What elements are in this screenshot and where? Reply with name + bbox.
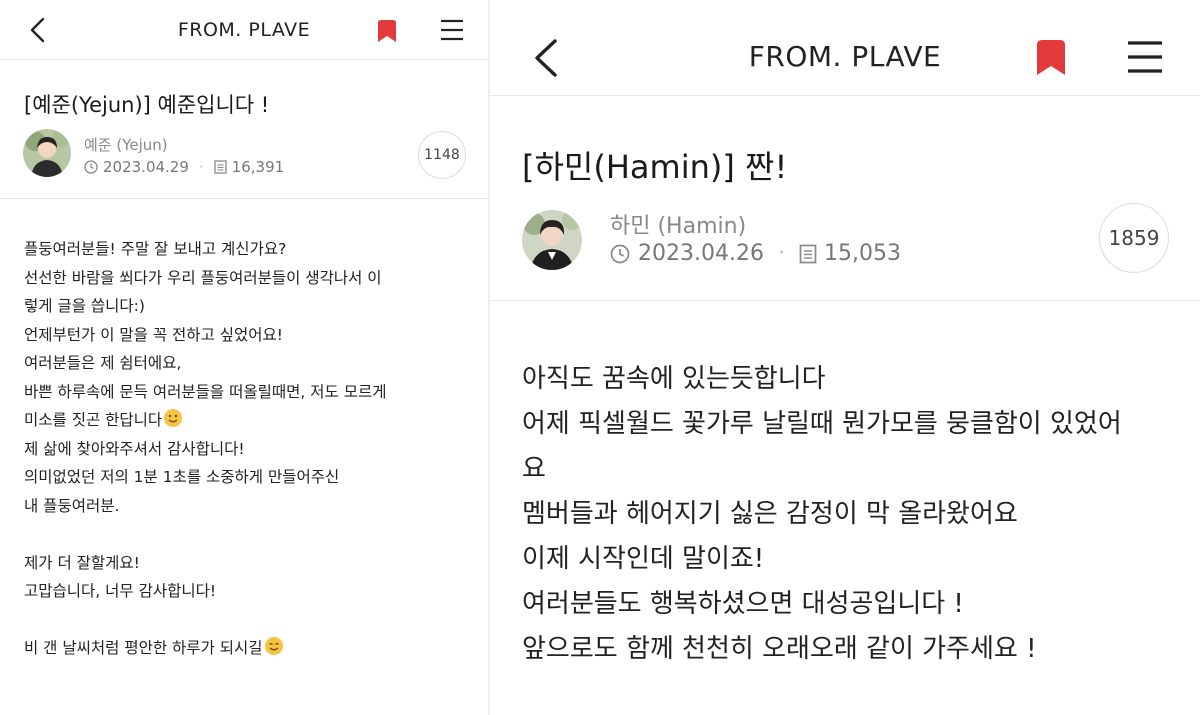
post-date: 2023.04.29 xyxy=(103,158,189,176)
header-title: FROM. PLAVE xyxy=(748,40,942,73)
body-line: 언제부턴가 이 말을 꼭 전하고 싶었어요! xyxy=(24,325,284,344)
body-line: 고맙습니다, 너무 감사합니다! xyxy=(24,582,217,600)
view-count: 16,391 xyxy=(231,158,285,176)
author-avatar[interactable] xyxy=(522,210,582,270)
clock-icon xyxy=(84,160,98,174)
menu-icon[interactable] xyxy=(440,19,464,41)
comment-count-badge[interactable]: 1148 xyxy=(418,131,466,179)
body-line: 내 플둥여러분. xyxy=(24,496,120,515)
author-name[interactable]: 하민 (Hamin) xyxy=(610,208,746,240)
body-line: 렇게 글을 씁니다:) xyxy=(24,297,145,315)
clock-icon xyxy=(610,244,630,263)
bookmark-icon[interactable] xyxy=(375,19,399,43)
top-bar: FROM. PLAVE xyxy=(0,0,488,60)
post-title: [하민(Hamin)] 짠! xyxy=(522,148,788,186)
post-meta: 2023.04.29 · 16,391 xyxy=(84,158,284,176)
comment-count: 1859 xyxy=(1108,226,1160,250)
header-title: FROM. PLAVE xyxy=(177,19,311,41)
comment-count: 1148 xyxy=(424,147,460,163)
body-line: 이제 시작인데 말이죠! xyxy=(522,544,765,574)
body-line-text: 미소를 짓곤 한답니다 xyxy=(24,411,163,429)
comment-count-badge[interactable]: 1859 xyxy=(1099,203,1169,273)
body-line: 앞으로도 함께 천천히 오래오래 같이 가주세요 ! xyxy=(522,634,1037,664)
body-line: 멤버들과 헤어지기 싫은 감정이 막 올라왔어요 xyxy=(522,499,1018,529)
post-date: 2023.04.26 xyxy=(638,241,764,266)
post-title: [예준(Yejun)] 예준입니다 ! xyxy=(24,93,270,117)
meta-separator: · xyxy=(777,241,785,266)
smile-emoji-icon xyxy=(164,409,183,427)
post-body: 아직도 꿈속에 있는듯합니다 어제 픽셀월드 꽃가루 날릴때 뭔가모를 뭉클함이… xyxy=(522,357,1182,672)
body-line-with-emoji: 미소를 짓곤 한답니다 xyxy=(24,406,474,435)
top-bar: FROM. PLAVE xyxy=(490,0,1200,96)
document-icon xyxy=(214,160,227,174)
body-line: 어제 픽셀월드 꽃가루 날릴때 뭔가모를 뭉클함이 있었어 xyxy=(522,409,1122,439)
body-line: 여러분들도 행복하셨으면 대성공입니다 ! xyxy=(522,589,964,619)
body-line: 제가 더 잘할게요! xyxy=(24,553,140,572)
document-icon xyxy=(799,244,817,263)
body-line: 여러분들은 제 쉼터에요, xyxy=(24,354,182,372)
body-line-with-emoji: 비 갠 날씨처럼 평안한 하루가 되시길 xyxy=(24,634,474,663)
body-line: 요 xyxy=(522,454,546,484)
author-avatar[interactable] xyxy=(23,129,71,177)
smile-emoji-icon xyxy=(264,637,283,655)
body-line: 플둥여러분들! 주말 잘 보내고 계신가요? xyxy=(24,240,287,258)
post-meta: 2023.04.26 · 15,053 xyxy=(610,241,901,266)
meta-separator: · xyxy=(198,158,204,176)
body-line: 제 삶에 찾아와주셔서 감사합니다! xyxy=(24,439,245,458)
left-post-panel: FROM. PLAVE [예준(Yejun)] 예준입니다 ! 예준 (Yeju… xyxy=(0,0,488,715)
body-line-text: 비 갠 날씨처럼 평안한 하루가 되시길 xyxy=(24,639,263,657)
body-line: 아직도 꿈속에 있는듯합니다 xyxy=(522,364,826,394)
bookmark-icon[interactable] xyxy=(1033,39,1069,76)
menu-icon[interactable] xyxy=(1127,40,1163,74)
view-count: 15,053 xyxy=(823,241,901,266)
section-divider xyxy=(0,198,488,199)
post-body: 플둥여러분들! 주말 잘 보내고 계신가요? 선선한 바람을 쐬다가 우리 플둥… xyxy=(24,235,474,663)
body-line: 의미없었던 저의 1분 1초를 소중하게 만들어주신 xyxy=(24,468,340,486)
right-post-panel: FROM. PLAVE [하민(Hamin)] 짠! 하민 (Hamin) 20… xyxy=(490,0,1200,715)
author-name[interactable]: 예준 (Yejun) xyxy=(84,134,168,155)
body-line: 바쁜 하루속에 문득 여러분들을 떠올릴때면, 저도 모르게 xyxy=(24,382,387,401)
body-line: 선선한 바람을 쐬다가 우리 플둥여러분들이 생각나서 이 xyxy=(24,268,382,287)
section-divider xyxy=(490,300,1200,301)
